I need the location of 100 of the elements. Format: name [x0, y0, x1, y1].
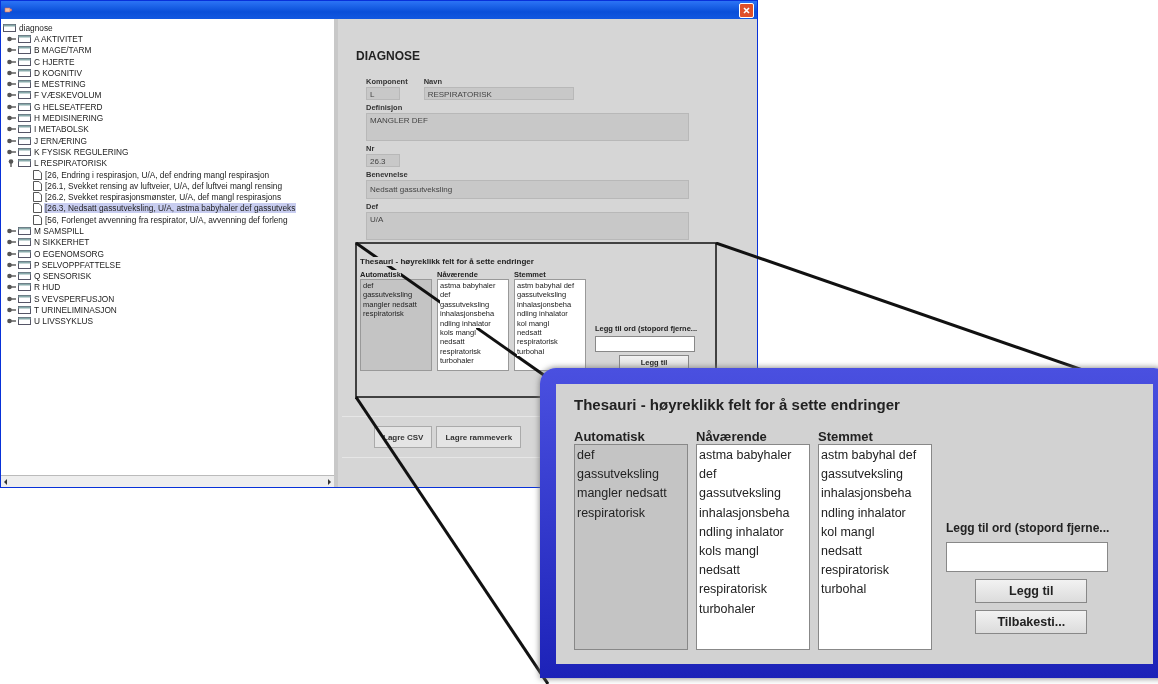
list-item[interactable]: ndling inhalator: [821, 503, 906, 523]
document-icon: [33, 203, 42, 214]
action-button[interactable]: Legg til: [975, 579, 1088, 603]
collapsed-handle-icon[interactable]: [7, 68, 16, 77]
collapsed-handle-icon[interactable]: [7, 57, 16, 66]
document-icon: [33, 169, 42, 180]
collapsed-handle-icon[interactable]: [7, 249, 16, 258]
list-item[interactable]: nedsatt: [699, 561, 740, 581]
list-item[interactable]: turbohaler: [699, 599, 756, 619]
document-icon: [33, 214, 42, 225]
folder-icon: [18, 91, 31, 100]
list-item[interactable]: kol mangl: [821, 522, 875, 542]
collapsed-handle-icon[interactable]: [7, 114, 16, 122]
tree-item[interactable]: E MESTRING: [33, 79, 87, 90]
list-item[interactable]: astm babyhal def: [821, 446, 917, 466]
folder-icon: [18, 34, 31, 43]
collapsed-handle-icon[interactable]: [7, 260, 16, 269]
collapsed-handle-icon[interactable]: [7, 227, 16, 235]
tree-item[interactable]: I METABOLSK: [33, 124, 90, 135]
action-button[interactable]: Tilbakesti...: [975, 610, 1088, 634]
tree-item[interactable]: F VÆSKEVOLUM: [33, 90, 103, 101]
tree-item[interactable]: [26, Endring i respirasjon, U/A, def endring mangl respirasjon: [44, 169, 271, 180]
tree-item[interactable]: G HELSEATFERD: [33, 101, 104, 112]
list-item[interactable]: def: [577, 446, 595, 466]
folder-icon: [18, 238, 31, 247]
column-header: Automatisk: [574, 429, 645, 444]
collapsed-handle-icon[interactable]: [7, 294, 16, 303]
word-list[interactable]: def gassutveksling mangler nedsatt respiratorisk: [574, 444, 688, 650]
list-item[interactable]: turbohal: [821, 580, 867, 600]
text-field[interactable]: L: [366, 87, 400, 100]
collapsed-handle-icon[interactable]: [7, 136, 16, 145]
horizontal-scrollbar[interactable]: [1, 475, 334, 487]
tree-item[interactable]: [26.3, Nedsatt gassutveksling, U/A, astma babyhaler def gassutveks: [44, 203, 297, 214]
tree-item[interactable]: T URINELIMINASJON: [33, 305, 118, 316]
list-item[interactable]: mangler nedsatt: [577, 484, 667, 504]
list-item[interactable]: astma babyhaler: [699, 446, 792, 466]
collapsed-handle-icon[interactable]: [7, 306, 16, 315]
tree-item[interactable]: H MEDISINERING: [33, 113, 105, 123]
list-item[interactable]: inhalasjonsbeha: [821, 484, 912, 504]
tree-item[interactable]: C HJERTE: [33, 56, 76, 67]
text-field[interactable]: MANGLER DEF: [366, 113, 689, 141]
list-item[interactable]: ndling inhalator: [699, 522, 784, 542]
list-item[interactable]: gassutveksling: [577, 465, 659, 485]
tree-item[interactable]: Q SENSORISK: [33, 271, 93, 282]
input-field[interactable]: [946, 542, 1108, 572]
word-list[interactable]: astma babyhaler def gassutveksling inhalasjonsbeha ndling inhalator kols mangl nedsatt respiratorisk turbohaler: [696, 444, 810, 650]
collapsed-handle-icon[interactable]: [7, 147, 16, 156]
text-field[interactable]: Nedsatt gassutveksling: [366, 180, 689, 199]
tree-item[interactable]: O EGENOMSORG: [33, 248, 106, 259]
list-item[interactable]: respiratorisk: [577, 503, 646, 523]
text-field[interactable]: U/A: [366, 212, 689, 240]
tree-item[interactable]: U LIVSSYKLUS: [33, 316, 95, 327]
tree-item[interactable]: D KOGNITIV: [33, 67, 83, 78]
list-item[interactable]: def: [699, 465, 717, 485]
tree-item[interactable]: L RESPIRATORISK: [33, 158, 109, 169]
list-item[interactable]: gassutveksling: [821, 465, 903, 485]
folder-icon: [18, 114, 31, 122]
collapsed-handle-icon[interactable]: [7, 91, 16, 100]
expanded-handle-icon[interactable]: [7, 159, 16, 168]
tree-item[interactable]: M SAMSPILL: [33, 226, 85, 236]
collapsed-handle-icon[interactable]: [7, 238, 16, 247]
list-item[interactable]: gassutveksling: [699, 484, 781, 504]
collapsed-handle-icon[interactable]: [7, 46, 16, 55]
folder-icon: [18, 317, 31, 326]
field-label: Legg til ord (stopord fjerne...: [946, 521, 1110, 535]
collapsed-handle-icon[interactable]: [7, 317, 16, 326]
tree-item[interactable]: S VEVSPERFUSJON: [33, 293, 116, 304]
collapsed-handle-icon[interactable]: [7, 80, 16, 89]
list-item[interactable]: inhalasjonsbeha: [699, 503, 790, 523]
collapsed-handle-icon[interactable]: [7, 283, 16, 292]
collapsed-handle-icon[interactable]: [7, 272, 16, 281]
text-field[interactable]: RESPIRATORISK: [423, 87, 574, 100]
tree-item[interactable]: R HUD: [33, 282, 62, 293]
list-item[interactable]: nedsatt: [821, 542, 862, 562]
text-field[interactable]: 26.3: [366, 154, 400, 167]
close-button[interactable]: [739, 2, 754, 18]
input-field[interactable]: [595, 336, 695, 352]
folder-icon: [18, 136, 31, 145]
tree-item[interactable]: J ERNÆRING: [33, 135, 88, 146]
tree-item[interactable]: K FYSISK REGULERING: [33, 146, 130, 157]
save-button[interactable]: Lagre rammeverk: [436, 426, 522, 448]
tree-item[interactable]: P SELVOPPFATTELSE: [33, 259, 122, 270]
folder-icon: [18, 102, 31, 111]
list-item[interactable]: kols mangl: [699, 542, 759, 562]
list-item[interactable]: respiratorisk: [699, 580, 768, 600]
word-list[interactable]: astm babyhal def gassutveksling inhalasjonsbeha ndling inhalator kol mangl nedsatt respiratorisk turbohal: [818, 444, 932, 650]
collapsed-handle-icon[interactable]: [7, 102, 16, 111]
tree-item[interactable]: [26.2, Svekket respirasjonsmønster, U/A, def mangl respirasjons: [44, 192, 283, 203]
list-item[interactable]: respiratorisk: [821, 561, 890, 581]
tree-item[interactable]: B MAGE/TARM: [33, 45, 93, 56]
tree-item[interactable]: diagnose: [18, 22, 54, 33]
tree-item[interactable]: N SIKKERHET: [33, 237, 91, 248]
collapsed-handle-icon[interactable]: [7, 34, 16, 43]
folder-icon: [18, 227, 31, 235]
tree-item[interactable]: A AKTIVITET: [33, 33, 84, 44]
folder-icon: [18, 272, 31, 281]
cup-icon: [4, 6, 12, 14]
tree-item[interactable]: [26.1, Svekket rensing av luftveier, U/A, def luftvei mangl rensing: [44, 180, 284, 191]
tree-item[interactable]: [56, Forlenget avvenning fra respirator, U/A, avvenning def forleng: [44, 214, 289, 225]
collapsed-handle-icon[interactable]: [7, 125, 16, 134]
